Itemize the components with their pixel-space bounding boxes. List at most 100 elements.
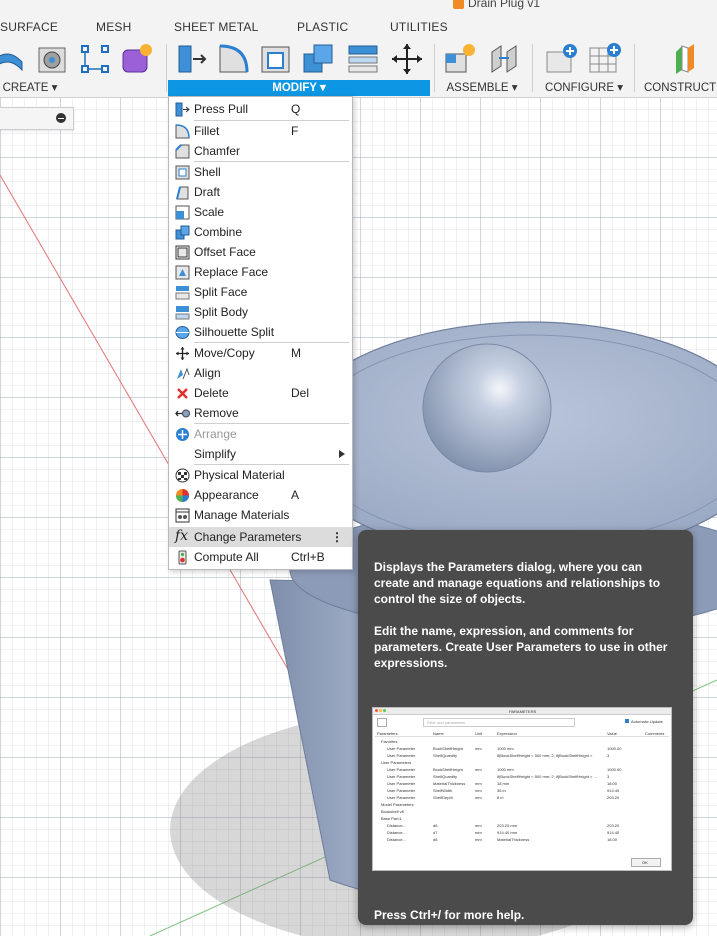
preview-cell: Model Parameters <box>381 802 414 807</box>
menu-item-arrange[interactable]: Arrange <box>169 424 352 444</box>
revolve-icon[interactable] <box>36 42 70 76</box>
configure-table-icon[interactable] <box>588 42 622 76</box>
preview-title: PARAMETERS <box>509 709 537 714</box>
menu-item-silhouette-split[interactable]: Silhouette Split <box>169 322 352 342</box>
tooltip-details: Edit the name, expression, and comments … <box>374 624 668 670</box>
menu-item-chamfer[interactable]: Chamfer <box>169 141 352 161</box>
silhouette-split-icon <box>175 326 190 339</box>
preview-filter-input: Filter and parameters <box>423 718 575 727</box>
menu-item-combine[interactable]: Combine <box>169 222 352 242</box>
preview-cell: 1000 mm <box>497 746 514 751</box>
preview-cell: 203.20 mm <box>497 823 518 828</box>
create-menu-button[interactable]: CREATE ▾ <box>0 80 60 96</box>
menu-item-compute-all[interactable]: Compute All Ctrl+B <box>169 547 352 567</box>
shell-icon <box>175 165 190 180</box>
construct-menu-button[interactable]: CONSTRUCT <box>644 80 717 96</box>
remove-icon <box>175 409 190 418</box>
preview-cell: Favorites <box>381 739 398 744</box>
preview-cell: ShelfDepth <box>433 795 453 800</box>
preview-cell: mm <box>475 823 482 828</box>
arrange-icon <box>176 428 189 441</box>
menu-item-replace-face[interactable]: Replace Face <box>169 262 352 282</box>
replace-face-icon <box>175 265 190 280</box>
menu-item-remove[interactable]: Remove <box>169 403 352 423</box>
menu-item-physical-material[interactable]: Physical Material <box>169 465 352 485</box>
sketch-icon[interactable] <box>78 42 112 76</box>
fillet-toolbar-icon[interactable] <box>217 42 251 76</box>
form-icon[interactable] <box>120 42 154 76</box>
preview-cell: 18.00 <box>607 837 618 842</box>
construct-plane-icon[interactable] <box>668 42 702 76</box>
tooltip-help-hint: Press Ctrl+/ for more help. <box>374 908 525 922</box>
preview-cell: 914.40 <box>607 830 620 835</box>
menu-item-split-face[interactable]: Split Face <box>169 282 352 302</box>
draft-icon <box>176 186 189 200</box>
combine-toolbar-icon[interactable] <box>301 42 335 76</box>
preview-cell: if(BookShelfHeight < 500 mm; 2; if(BookS… <box>497 774 597 779</box>
collapse-icon[interactable] <box>56 113 66 123</box>
preview-cell: Distance... <box>387 837 406 842</box>
menu-item-draft[interactable]: Draft <box>169 182 352 202</box>
new-component-icon[interactable] <box>443 42 477 76</box>
preview-cell: Base Part:1 <box>381 816 402 821</box>
preview-cell: BookShelfHeight <box>433 767 463 772</box>
tab-utilities[interactable]: UTILITIES <box>390 20 448 34</box>
extrude-icon[interactable] <box>0 42 24 76</box>
menu-item-offset-face[interactable]: Offset Face <box>169 242 352 262</box>
preview-cell: 203.20 <box>607 795 620 800</box>
preview-cell: mm <box>475 830 482 835</box>
preview-cell: d6 <box>433 823 438 828</box>
document-icon <box>453 0 464 10</box>
offset-face-toolbar-icon[interactable] <box>346 42 380 76</box>
modify-dropdown-menu: Press Pull Q Fillet F Chamfer Shell Draf… <box>168 96 353 570</box>
menu-item-appearance[interactable]: Appearance A <box>169 485 352 505</box>
preview-cell: mm <box>475 781 482 786</box>
toolbar-divider <box>166 44 167 92</box>
menu-item-shell[interactable]: Shell <box>169 162 352 182</box>
menu-item-delete[interactable]: Delete Del <box>169 383 352 403</box>
toolbar-divider <box>634 44 635 92</box>
menu-item-align[interactable]: Align <box>169 363 352 383</box>
command-tooltip: Displays the Parameters dialog, where yo… <box>358 530 693 925</box>
menu-item-change-parameters[interactable]: fx Change Parameters ⋮ <box>169 527 352 547</box>
menu-item-scale[interactable]: Scale <box>169 202 352 222</box>
joint-icon[interactable] <box>487 42 521 76</box>
menu-item-press-pull[interactable]: Press Pull Q <box>169 99 352 119</box>
tab-sheet-metal[interactable]: SHEET METAL <box>174 20 258 34</box>
offset-face-icon <box>175 245 190 260</box>
document-title: Drain Plug v1 <box>453 0 540 10</box>
submenu-arrow-icon <box>339 450 345 458</box>
preview-cell: d7 <box>433 830 438 835</box>
preview-cell: Bookshelf v8 <box>381 809 404 814</box>
tab-plastic[interactable]: PLASTIC <box>297 20 348 34</box>
preview-cell: MaterialThickness <box>433 781 466 786</box>
preview-cell: ShelfWidth <box>433 788 453 793</box>
menu-item-split-body[interactable]: Split Body <box>169 302 352 322</box>
more-options-icon[interactable]: ⋮ <box>331 527 343 547</box>
parameters-dialog-preview: PARAMETERS Filter and parameters Automat… <box>372 707 672 871</box>
modify-menu-button[interactable]: MODIFY ▾ <box>168 80 430 96</box>
preview-cell: Distance... <box>387 823 406 828</box>
assemble-menu-button[interactable]: ASSEMBLE ▾ <box>440 80 524 96</box>
preview-cell: 3 <box>607 753 610 758</box>
tab-surface[interactable]: SURFACE <box>0 20 58 34</box>
configure-menu-button[interactable]: CONFIGURE ▾ <box>538 80 630 96</box>
configure-icon[interactable] <box>544 42 578 76</box>
preview-cell: 8 in <box>497 795 504 800</box>
compute-all-icon <box>178 550 187 565</box>
tab-mesh[interactable]: MESH <box>96 20 131 34</box>
move-icon <box>176 347 189 360</box>
menu-item-move-copy[interactable]: Move/Copy M <box>169 343 352 363</box>
preview-cell: 1000.00 <box>607 767 622 772</box>
shell-toolbar-icon[interactable] <box>259 42 293 76</box>
preview-cell: 3 <box>607 774 610 779</box>
press-pull-toolbar-icon[interactable] <box>175 42 209 76</box>
preview-cell: 1000.00 <box>607 746 622 751</box>
move-toolbar-icon[interactable] <box>390 42 424 76</box>
browser-panel-header[interactable] <box>0 107 74 130</box>
preview-cell: MaterialThickness <box>497 837 530 842</box>
preview-cell: 914.40 mm <box>497 830 518 835</box>
menu-item-manage-materials[interactable]: Manage Materials <box>169 505 352 525</box>
menu-item-simplify[interactable]: Simplify <box>169 444 352 464</box>
menu-item-fillet[interactable]: Fillet F <box>169 121 352 141</box>
